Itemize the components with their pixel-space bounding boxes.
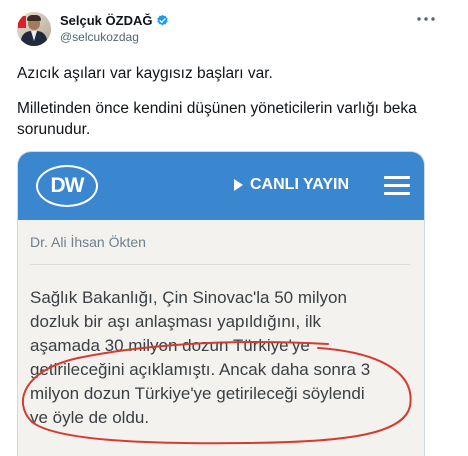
verified-badge-icon bbox=[157, 14, 169, 26]
dw-logo-text: DW bbox=[50, 174, 85, 197]
play-icon bbox=[234, 179, 243, 191]
tweet-paragraph: Azıcık aşıları var kaygısız başları var. bbox=[17, 65, 273, 82]
article-line: dozluk bir aşı anlaşması yapıldığını, il… bbox=[30, 312, 322, 331]
live-label: CANLI YAYIN bbox=[250, 176, 349, 193]
tweet: Selçuk ÖZDAĞ @selcukozdag Azıcık aşıları… bbox=[0, 0, 468, 456]
dw-logo: DW bbox=[36, 165, 98, 207]
display-name[interactable]: Selçuk ÖZDAĞ bbox=[60, 13, 152, 28]
dw-header: DW CANLI YAYIN bbox=[18, 152, 424, 220]
article-line: ve öyle de oldu. bbox=[30, 408, 150, 427]
author-row: Selçuk ÖZDAĞ bbox=[60, 13, 169, 28]
article-body: Sağlık Bakanlığı, Çin Sinovac'la 50 mily… bbox=[30, 286, 420, 430]
hamburger-menu-icon bbox=[384, 176, 410, 196]
tweet-text: Azıcık aşıları var kaygısız başları var.… bbox=[17, 63, 447, 154]
avatar[interactable] bbox=[17, 12, 51, 46]
tweet-paragraph: Milletinden önce kendini düşünen yönetic… bbox=[17, 100, 417, 138]
article-line: milyon dozun Türkiye'ye getirileceği söy… bbox=[30, 384, 365, 403]
more-options-icon[interactable] bbox=[414, 12, 438, 26]
article-line: getirileceğini açıklamıştı. Ancak daha s… bbox=[30, 360, 371, 379]
live-broadcast-link: CANLI YAYIN bbox=[234, 176, 349, 194]
handle[interactable]: @selcukozdag bbox=[60, 30, 139, 44]
attached-image[interactable]: DW CANLI YAYIN Dr. Ali İhsan Ökten Sağlı… bbox=[17, 151, 425, 456]
article-author: Dr. Ali İhsan Ökten bbox=[30, 234, 146, 250]
article-line: Sağlık Bakanlığı, Çin Sinovac'la 50 mily… bbox=[30, 288, 347, 307]
article-line: aşamada 30 milyon dozun Türkiye'ye bbox=[30, 336, 310, 355]
divider bbox=[30, 264, 410, 265]
